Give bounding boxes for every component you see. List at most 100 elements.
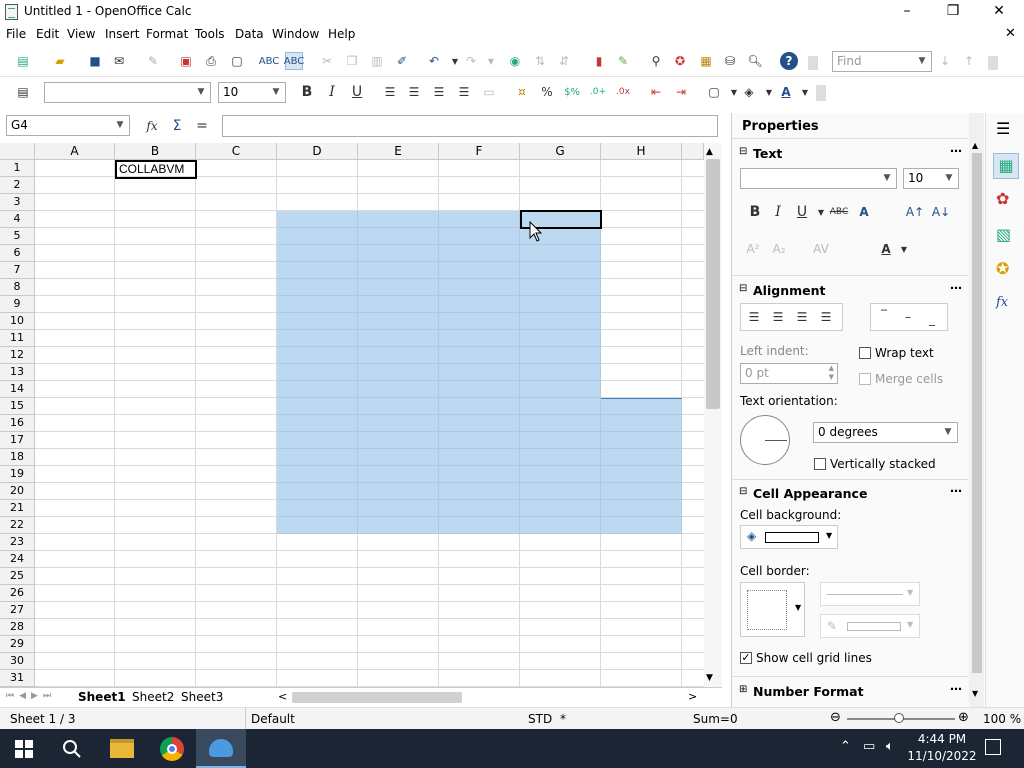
paste-icon[interactable]: ▥ bbox=[368, 52, 386, 70]
menu-tools[interactable]: Tools bbox=[195, 27, 225, 41]
network-icon[interactable]: ▭ bbox=[863, 739, 875, 754]
tab-sheet2[interactable]: Sheet2 bbox=[128, 690, 178, 704]
find-next-icon[interactable]: ↓ bbox=[936, 52, 954, 70]
column-header-e[interactable]: E bbox=[358, 143, 439, 160]
merge-cells-icon[interactable]: ▭ bbox=[480, 83, 498, 101]
sidebar-justify-icon[interactable]: ☰ bbox=[817, 308, 835, 326]
orientation-dropdown-icon[interactable]: ▼ bbox=[939, 423, 957, 442]
background-color-icon[interactable]: ◈ bbox=[740, 83, 758, 101]
selection-range-d4-g14[interactable] bbox=[277, 211, 601, 398]
row-header-27[interactable]: 27 bbox=[0, 602, 35, 619]
redo-dropdown-icon[interactable]: ▼ bbox=[482, 52, 500, 70]
row-header-29[interactable]: 29 bbox=[0, 636, 35, 653]
align-left-icon[interactable]: ☰ bbox=[381, 83, 399, 101]
sort-ascending-icon[interactable]: ⇅ bbox=[531, 52, 549, 70]
cell-appearance-section-title[interactable]: Cell Appearance bbox=[753, 486, 867, 501]
taskbar-clock-date[interactable]: 11/10/2022 bbox=[907, 749, 977, 763]
volume-icon[interactable]: 🔈︎ bbox=[886, 739, 894, 754]
find-dropdown-icon[interactable]: ▼ bbox=[913, 52, 931, 71]
row-header-25[interactable]: 25 bbox=[0, 568, 35, 585]
font-color-dropdown-icon[interactable]: ▼ bbox=[796, 83, 814, 101]
row-header-26[interactable]: 26 bbox=[0, 585, 35, 602]
draw-functions-icon[interactable]: ✎ bbox=[614, 52, 632, 70]
save-icon[interactable]: ■ bbox=[86, 52, 104, 70]
character-spacing-icon[interactable]: AV bbox=[812, 240, 830, 258]
zoom-icon[interactable]: 🔍︎ bbox=[746, 52, 764, 70]
column-header-b[interactable]: B bbox=[115, 143, 196, 160]
increase-indent-icon[interactable]: ⇥ bbox=[672, 83, 690, 101]
cell-appearance-collapse-icon[interactable]: ⊟ bbox=[739, 486, 747, 497]
wrap-text-checkbox[interactable] bbox=[859, 347, 871, 359]
shadow-icon[interactable]: A bbox=[855, 203, 873, 221]
row-header-2[interactable]: 2 bbox=[0, 177, 35, 194]
scroll-left-icon[interactable]: < bbox=[278, 690, 287, 703]
selection-range-d15-h22[interactable] bbox=[277, 398, 682, 534]
openoffice-taskbar-button[interactable] bbox=[196, 729, 246, 768]
cell-border-picker[interactable]: ▼ bbox=[740, 582, 805, 637]
help-icon[interactable]: ? bbox=[780, 52, 798, 70]
row-header-7[interactable]: 7 bbox=[0, 262, 35, 279]
decrease-indent-icon[interactable]: ⇤ bbox=[647, 83, 665, 101]
background-dropdown-icon[interactable]: ▼ bbox=[760, 83, 778, 101]
sidebar-font-color-icon[interactable]: A bbox=[877, 240, 895, 258]
horizontal-scroll-thumb[interactable] bbox=[292, 692, 462, 703]
sidebar-font-size[interactable]: 10 ▼ bbox=[903, 168, 959, 189]
row-header-19[interactable]: 19 bbox=[0, 466, 35, 483]
font-name-dropdown-icon[interactable]: ▼ bbox=[192, 83, 210, 102]
orientation-degrees-box[interactable]: 0 degrees ▼ bbox=[813, 422, 958, 443]
search-icon[interactable] bbox=[62, 739, 82, 759]
sidebar-scrollbar[interactable]: ▲ ▼ bbox=[969, 113, 984, 707]
sidebar-italic-icon[interactable]: I bbox=[769, 203, 787, 221]
formula-input[interactable] bbox=[222, 115, 718, 137]
functions-deck-icon[interactable]: fx bbox=[996, 295, 1008, 310]
chrome-icon[interactable] bbox=[160, 737, 184, 761]
alignment-section-title[interactable]: Alignment bbox=[753, 283, 825, 298]
currency-icon[interactable]: ¤ bbox=[513, 83, 531, 101]
line-style-dropdown-icon[interactable]: ▼ bbox=[907, 588, 913, 597]
clone-formatting-icon[interactable]: ✐ bbox=[393, 52, 411, 70]
gallery-icon[interactable]: ▦ bbox=[697, 52, 715, 70]
print-preview-icon[interactable]: ▢ bbox=[228, 52, 246, 70]
tab-sheet1[interactable]: Sheet1 bbox=[74, 690, 130, 704]
cell-background-picker[interactable]: ◈ ▼ bbox=[740, 525, 838, 549]
export-pdf-icon[interactable]: ▣ bbox=[177, 52, 195, 70]
scroll-down-icon[interactable]: ▼ bbox=[706, 673, 713, 683]
status-selection-mode[interactable]: STD bbox=[528, 712, 552, 726]
sidebar-font-color-dropdown-icon[interactable]: ▼ bbox=[895, 240, 913, 258]
name-box[interactable]: G4 ▼ bbox=[6, 115, 130, 136]
vertically-stacked-checkbox[interactable] bbox=[814, 458, 826, 470]
data-sources-icon[interactable]: ⛁ bbox=[721, 52, 739, 70]
column-header-partial[interactable] bbox=[682, 143, 704, 160]
column-header-c[interactable]: C bbox=[196, 143, 277, 160]
taskbar-clock-time[interactable]: 4:44 PM bbox=[912, 732, 972, 746]
tab-sheet3[interactable]: Sheet3 bbox=[177, 690, 227, 704]
notifications-icon[interactable] bbox=[985, 739, 1001, 755]
tab-navigation-arrows-icon[interactable]: ⏮◀▶⏭ bbox=[6, 691, 56, 701]
sidebar-scroll-thumb[interactable] bbox=[972, 153, 982, 673]
bold-icon[interactable]: B bbox=[298, 83, 316, 101]
font-size-box[interactable]: 10 ▼ bbox=[218, 82, 286, 103]
sum-icon[interactable]: Σ bbox=[168, 117, 186, 135]
sidebar-align-center-icon[interactable]: ☰ bbox=[769, 308, 787, 326]
align-top-icon[interactable]: ‾ bbox=[875, 306, 893, 324]
find-input[interactable]: Find ▼ bbox=[832, 51, 932, 72]
column-header-a[interactable]: A bbox=[35, 143, 115, 160]
delete-decimal-icon[interactable]: .0x bbox=[614, 83, 632, 101]
text-collapse-icon[interactable]: ⊟ bbox=[739, 146, 747, 157]
print-icon[interactable]: ⎙ bbox=[202, 52, 220, 70]
cell-background-dropdown-icon[interactable]: ▼ bbox=[826, 531, 832, 540]
row-header-11[interactable]: 11 bbox=[0, 330, 35, 347]
menu-format[interactable]: Format bbox=[146, 27, 188, 41]
sidebar-align-right-icon[interactable]: ☰ bbox=[793, 308, 811, 326]
sidebar-underline-icon[interactable]: U bbox=[793, 203, 811, 221]
row-header-17[interactable]: 17 bbox=[0, 432, 35, 449]
system-tray-chevron-icon[interactable]: ⌃ bbox=[840, 739, 851, 754]
format-toolbar-overflow-icon[interactable] bbox=[816, 85, 826, 101]
function-wizard-icon[interactable]: fx bbox=[143, 117, 161, 135]
text-section-title[interactable]: Text bbox=[753, 146, 782, 161]
edit-file-icon[interactable]: ✎ bbox=[144, 52, 162, 70]
font-color-icon[interactable]: A bbox=[777, 83, 795, 101]
font-size-dropdown-icon[interactable]: ▼ bbox=[267, 83, 285, 102]
sidebar-font-dropdown-icon[interactable]: ▼ bbox=[878, 169, 896, 188]
spellcheck-icon[interactable]: ABC bbox=[259, 52, 280, 70]
